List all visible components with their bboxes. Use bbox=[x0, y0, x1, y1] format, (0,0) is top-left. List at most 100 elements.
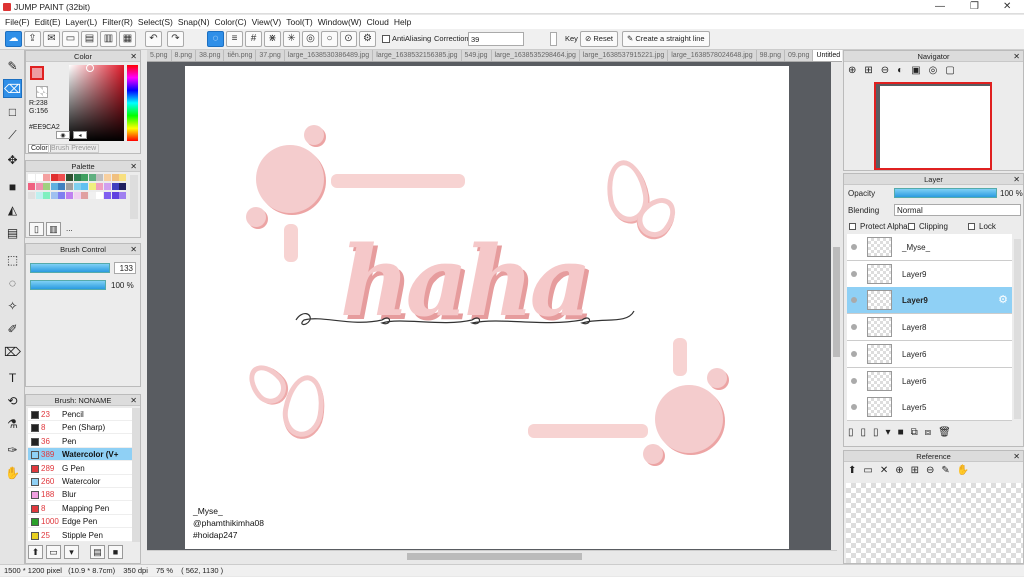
visibility-icon[interactable] bbox=[851, 270, 857, 277]
new-layer-icon[interactable]: ▯ bbox=[848, 427, 861, 438]
redo-icon[interactable]: ↷ bbox=[167, 31, 184, 47]
brush-size-slider[interactable] bbox=[30, 263, 110, 273]
tab[interactable]: tiên.png bbox=[224, 50, 257, 61]
snap-off-icon[interactable]: ◌ bbox=[207, 31, 224, 47]
palette-swatch[interactable] bbox=[28, 183, 35, 190]
close-icon[interactable]: ✕ bbox=[1003, 1, 1011, 12]
hand-icon[interactable]: ✋ bbox=[957, 465, 976, 476]
swap-icon[interactable]: ◂ bbox=[73, 131, 87, 139]
layer-row[interactable]: Layer6 bbox=[847, 340, 1012, 368]
palette-swatch[interactable] bbox=[104, 183, 111, 190]
tab[interactable]: 09.png bbox=[785, 50, 814, 61]
tab[interactable]: 38.png bbox=[196, 50, 225, 61]
foreground-color-swatch[interactable] bbox=[30, 66, 44, 80]
menu-color[interactable]: Color(C) bbox=[215, 15, 247, 29]
panel-close-icon[interactable]: ✕ bbox=[1013, 451, 1020, 462]
visibility-icon[interactable] bbox=[851, 404, 857, 411]
copy-brush-icon[interactable]: ▤ bbox=[90, 545, 105, 559]
magic-wand-icon[interactable]: ✧ bbox=[3, 296, 22, 315]
comment-icon[interactable]: ✉ bbox=[43, 31, 60, 47]
flip-icon[interactable]: ▣ bbox=[911, 65, 928, 76]
brush-item[interactable]: 1000 Edge Pen bbox=[28, 515, 132, 529]
select-rect-icon[interactable]: ⬚ bbox=[3, 250, 22, 269]
zoom-fit-icon[interactable]: ⊞ bbox=[864, 65, 880, 76]
menu-window[interactable]: Window(W) bbox=[318, 15, 362, 29]
layer-settings-icon[interactable]: ⚙ bbox=[998, 293, 1008, 306]
panel-close-icon[interactable]: ✕ bbox=[130, 395, 137, 406]
dropper-tool-icon[interactable]: ⚗ bbox=[3, 414, 22, 433]
tab[interactable]: 37.png bbox=[256, 50, 285, 61]
palette-swatch[interactable] bbox=[66, 192, 73, 199]
cloud-icon[interactable]: ☁ bbox=[5, 31, 22, 47]
layer-row[interactable]: _Myse_ bbox=[847, 234, 1012, 261]
palette-swatch[interactable] bbox=[81, 192, 89, 199]
snap-perspective-icon[interactable]: ⋇ bbox=[264, 31, 281, 47]
grid-view-icon[interactable]: ▦ bbox=[119, 31, 136, 47]
layer-row[interactable]: Layer9 bbox=[847, 260, 1012, 288]
move-tool-icon[interactable]: ✥ bbox=[3, 150, 22, 169]
tab[interactable]: large_1638537915221.jpg bbox=[580, 50, 669, 61]
palette-swatch[interactable] bbox=[119, 192, 127, 199]
layer-row[interactable]: Layer5 bbox=[847, 394, 1012, 422]
palette-swatch[interactable] bbox=[35, 192, 43, 199]
brush-item[interactable]: 23 Pencil bbox=[28, 408, 132, 421]
new-1bit-layer-icon[interactable]: ▯ bbox=[873, 427, 886, 438]
navigator-preview[interactable] bbox=[874, 82, 992, 170]
monitor-icon[interactable]: ▭ bbox=[62, 31, 79, 47]
palette-swatch[interactable] bbox=[111, 192, 119, 199]
tab[interactable]: large_1638578024648.jpg bbox=[668, 50, 757, 61]
palette-swatch[interactable] bbox=[104, 192, 111, 199]
snap-parallel-icon[interactable]: ≡ bbox=[226, 31, 243, 47]
visibility-icon[interactable] bbox=[851, 244, 857, 250]
zoom-in-icon[interactable]: ⊕ bbox=[895, 465, 910, 476]
palette-swatch[interactable] bbox=[58, 192, 66, 199]
tab[interactable]: 8.png bbox=[172, 50, 197, 61]
brush-item[interactable]: 260 Watercolor bbox=[28, 475, 132, 488]
tab[interactable]: large_1638530386489.jpg bbox=[285, 50, 374, 61]
palette-swatch[interactable] bbox=[88, 183, 96, 190]
text-tool-icon[interactable]: T bbox=[3, 368, 22, 387]
minimize-icon[interactable]: — bbox=[935, 1, 945, 12]
color-saturation-field[interactable] bbox=[69, 65, 124, 141]
layer-list-scrollbar[interactable] bbox=[1014, 239, 1021, 419]
folder-icon[interactable]: ■ bbox=[898, 427, 911, 438]
reference-canvas[interactable] bbox=[846, 483, 1023, 563]
page-icon[interactable]: ▤ bbox=[81, 31, 98, 47]
menu-snap[interactable]: Snap(N) bbox=[178, 15, 210, 29]
brush-item[interactable]: 188 Blur bbox=[28, 488, 132, 502]
menu-cloud[interactable]: Cloud bbox=[367, 15, 389, 29]
palette-swatch[interactable] bbox=[50, 183, 58, 190]
add-brush-icon[interactable]: ⬆ bbox=[28, 545, 43, 559]
palette-swatch[interactable] bbox=[43, 174, 51, 181]
line-tool-icon[interactable]: ⟋ bbox=[3, 125, 22, 144]
lock-checkbox[interactable] bbox=[968, 223, 975, 230]
brush-menu-icon[interactable]: ▾ bbox=[64, 545, 79, 559]
select-eraser-icon[interactable]: ⌦ bbox=[3, 342, 22, 361]
palette-swatch[interactable] bbox=[66, 174, 73, 181]
select-pen-icon[interactable]: ✐ bbox=[3, 319, 22, 338]
palette-swatch[interactable] bbox=[96, 183, 104, 190]
zoom-fit-icon[interactable]: ⊞ bbox=[911, 465, 926, 476]
snap-settings-icon[interactable]: ⚙ bbox=[359, 31, 376, 47]
tab[interactable]: 5.png bbox=[147, 50, 172, 61]
palette-swatch[interactable] bbox=[88, 174, 96, 181]
fill-rect-tool-icon[interactable]: ■ bbox=[3, 177, 22, 196]
tab[interactable]: 98.png bbox=[757, 50, 786, 61]
tab[interactable]: large_1638535298464.jpg bbox=[492, 50, 580, 61]
lock-view-icon[interactable]: ▢ bbox=[945, 65, 962, 76]
scroll-thumb[interactable] bbox=[407, 553, 582, 560]
gradient-tool-icon[interactable]: ▤ bbox=[3, 223, 22, 242]
protect-alpha-checkbox[interactable] bbox=[849, 223, 856, 230]
palette-swatch[interactable] bbox=[111, 183, 119, 190]
palette-swatch[interactable] bbox=[96, 192, 104, 199]
rectangle-tool-icon[interactable]: □ bbox=[3, 102, 22, 121]
brush-item[interactable]: 8 Pen (Sharp) bbox=[28, 421, 132, 435]
palette-swatch[interactable] bbox=[43, 192, 51, 199]
new-8bit-layer-icon[interactable]: ▯ bbox=[861, 427, 874, 438]
brush-item[interactable]: 8 Mapping Pen bbox=[28, 501, 132, 515]
palette-swatch[interactable] bbox=[81, 174, 89, 181]
palette-swatch[interactable] bbox=[50, 174, 58, 181]
palette-swatch[interactable] bbox=[73, 192, 81, 199]
palette-swatch[interactable] bbox=[58, 174, 66, 181]
reset-view-icon[interactable]: ◎ bbox=[929, 65, 946, 76]
